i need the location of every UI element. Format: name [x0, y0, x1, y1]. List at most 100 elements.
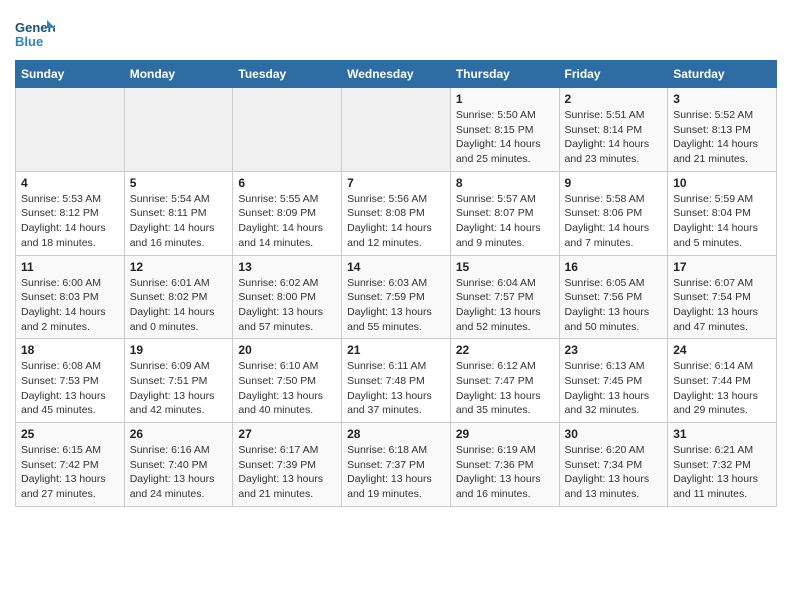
day-info: Sunrise: 6:07 AM Sunset: 7:54 PM Dayligh…: [673, 276, 771, 335]
page-header: General Blue: [15, 10, 777, 52]
day-info: Sunrise: 5:59 AM Sunset: 8:04 PM Dayligh…: [673, 192, 771, 251]
calendar-week-row: 11 Sunrise: 6:00 AM Sunset: 8:03 PM Dayli…: [16, 255, 777, 339]
day-number: 16: [565, 260, 663, 274]
day-number: 7: [347, 176, 445, 190]
day-info: Sunrise: 6:14 AM Sunset: 7:44 PM Dayligh…: [673, 359, 771, 418]
calendar-day-cell: 18 Sunrise: 6:08 AM Sunset: 7:53 PM Dayli…: [16, 339, 125, 423]
day-number: 2: [565, 92, 663, 106]
day-info: Sunrise: 5:58 AM Sunset: 8:06 PM Dayligh…: [565, 192, 663, 251]
calendar-day-cell: 6 Sunrise: 5:55 AM Sunset: 8:09 PM Daylig…: [233, 171, 342, 255]
calendar-day-cell: 21Sunrise: 6:11 AM Sunset: 7:48 PM Dayli…: [342, 339, 451, 423]
day-of-week-header: Saturday: [668, 61, 777, 88]
day-number: 3: [673, 92, 771, 106]
calendar-day-cell: 15Sunrise: 6:04 AM Sunset: 7:57 PM Dayli…: [450, 255, 559, 339]
day-info: Sunrise: 5:55 AM Sunset: 8:09 PM Dayligh…: [238, 192, 336, 251]
day-info: Sunrise: 5:52 AM Sunset: 8:13 PM Dayligh…: [673, 108, 771, 167]
day-info: Sunrise: 6:05 AM Sunset: 7:56 PM Dayligh…: [565, 276, 663, 335]
day-number: 8: [456, 176, 554, 190]
calendar-day-cell: 28 Sunrise: 6:18 AM Sunset: 7:37 PM Dayli…: [342, 423, 451, 507]
calendar-week-row: 1Sunrise: 5:50 AM Sunset: 8:15 PM Daylig…: [16, 88, 777, 172]
day-number: 15: [456, 260, 554, 274]
svg-text:Blue: Blue: [15, 34, 43, 49]
day-number: 30: [565, 427, 663, 441]
day-number: 18: [21, 343, 119, 357]
calendar-day-cell: 11 Sunrise: 6:00 AM Sunset: 8:03 PM Dayli…: [16, 255, 125, 339]
day-info: Sunrise: 5:56 AM Sunset: 8:08 PM Dayligh…: [347, 192, 445, 251]
logo-icon: General Blue: [15, 16, 55, 52]
day-number: 28: [347, 427, 445, 441]
calendar-day-cell: 1Sunrise: 5:50 AM Sunset: 8:15 PM Daylig…: [450, 88, 559, 172]
calendar-day-cell: 13 Sunrise: 6:02 AM Sunset: 8:00 PM Dayli…: [233, 255, 342, 339]
calendar-day-cell: 2 Sunrise: 5:51 AM Sunset: 8:14 PM Daylig…: [559, 88, 668, 172]
calendar-day-cell: 27 Sunrise: 6:17 AM Sunset: 7:39 PM Dayli…: [233, 423, 342, 507]
day-number: 12: [130, 260, 228, 274]
calendar-day-cell: [342, 88, 451, 172]
calendar-day-cell: 9 Sunrise: 5:58 AM Sunset: 8:06 PM Daylig…: [559, 171, 668, 255]
day-number: 5: [130, 176, 228, 190]
day-number: 20: [238, 343, 336, 357]
calendar-day-cell: 29Sunrise: 6:19 AM Sunset: 7:36 PM Dayli…: [450, 423, 559, 507]
day-info: Sunrise: 5:53 AM Sunset: 8:12 PM Dayligh…: [21, 192, 119, 251]
calendar-week-row: 18 Sunrise: 6:08 AM Sunset: 7:53 PM Dayli…: [16, 339, 777, 423]
calendar-day-cell: 23Sunrise: 6:13 AM Sunset: 7:45 PM Dayli…: [559, 339, 668, 423]
calendar-day-cell: 5 Sunrise: 5:54 AM Sunset: 8:11 PM Daylig…: [124, 171, 233, 255]
day-of-week-header: Friday: [559, 61, 668, 88]
day-number: 26: [130, 427, 228, 441]
calendar-day-cell: 12 Sunrise: 6:01 AM Sunset: 8:02 PM Dayli…: [124, 255, 233, 339]
calendar-day-cell: 17Sunrise: 6:07 AM Sunset: 7:54 PM Dayli…: [668, 255, 777, 339]
day-number: 24: [673, 343, 771, 357]
day-of-week-header: Tuesday: [233, 61, 342, 88]
day-number: 6: [238, 176, 336, 190]
day-info: Sunrise: 6:21 AM Sunset: 7:32 PM Dayligh…: [673, 443, 771, 502]
day-of-week-header: Thursday: [450, 61, 559, 88]
day-number: 29: [456, 427, 554, 441]
calendar-day-cell: 30 Sunrise: 6:20 AM Sunset: 7:34 PM Dayli…: [559, 423, 668, 507]
day-of-week-header: Wednesday: [342, 61, 451, 88]
day-info: Sunrise: 6:03 AM Sunset: 7:59 PM Dayligh…: [347, 276, 445, 335]
calendar-day-cell: 22 Sunrise: 6:12 AM Sunset: 7:47 PM Dayli…: [450, 339, 559, 423]
day-number: 13: [238, 260, 336, 274]
day-number: 9: [565, 176, 663, 190]
calendar-day-cell: 16 Sunrise: 6:05 AM Sunset: 7:56 PM Dayli…: [559, 255, 668, 339]
day-number: 14: [347, 260, 445, 274]
day-of-week-header: Monday: [124, 61, 233, 88]
day-number: 22: [456, 343, 554, 357]
calendar-day-cell: 20 Sunrise: 6:10 AM Sunset: 7:50 PM Dayli…: [233, 339, 342, 423]
day-number: 25: [21, 427, 119, 441]
calendar-week-row: 25 Sunrise: 6:15 AM Sunset: 7:42 PM Dayli…: [16, 423, 777, 507]
day-info: Sunrise: 6:08 AM Sunset: 7:53 PM Dayligh…: [21, 359, 119, 418]
calendar-table: SundayMondayTuesdayWednesdayThursdayFrid…: [15, 60, 777, 507]
calendar-day-cell: 14 Sunrise: 6:03 AM Sunset: 7:59 PM Dayli…: [342, 255, 451, 339]
day-number: 27: [238, 427, 336, 441]
day-info: Sunrise: 6:12 AM Sunset: 7:47 PM Dayligh…: [456, 359, 554, 418]
day-info: Sunrise: 6:20 AM Sunset: 7:34 PM Dayligh…: [565, 443, 663, 502]
day-info: Sunrise: 6:01 AM Sunset: 8:02 PM Dayligh…: [130, 276, 228, 335]
calendar-day-cell: 3 Sunrise: 5:52 AM Sunset: 8:13 PM Daylig…: [668, 88, 777, 172]
calendar-day-cell: 31 Sunrise: 6:21 AM Sunset: 7:32 PM Dayli…: [668, 423, 777, 507]
day-number: 11: [21, 260, 119, 274]
day-number: 4: [21, 176, 119, 190]
calendar-day-cell: 25 Sunrise: 6:15 AM Sunset: 7:42 PM Dayli…: [16, 423, 125, 507]
day-info: Sunrise: 6:02 AM Sunset: 8:00 PM Dayligh…: [238, 276, 336, 335]
calendar-day-cell: 4 Sunrise: 5:53 AM Sunset: 8:12 PM Daylig…: [16, 171, 125, 255]
calendar-week-row: 4 Sunrise: 5:53 AM Sunset: 8:12 PM Daylig…: [16, 171, 777, 255]
day-info: Sunrise: 6:15 AM Sunset: 7:42 PM Dayligh…: [21, 443, 119, 502]
day-number: 10: [673, 176, 771, 190]
day-number: 19: [130, 343, 228, 357]
day-number: 31: [673, 427, 771, 441]
day-info: Sunrise: 6:18 AM Sunset: 7:37 PM Dayligh…: [347, 443, 445, 502]
calendar-day-cell: 24 Sunrise: 6:14 AM Sunset: 7:44 PM Dayli…: [668, 339, 777, 423]
day-number: 23: [565, 343, 663, 357]
day-info: Sunrise: 6:09 AM Sunset: 7:51 PM Dayligh…: [130, 359, 228, 418]
day-info: Sunrise: 5:57 AM Sunset: 8:07 PM Dayligh…: [456, 192, 554, 251]
calendar-day-cell: [233, 88, 342, 172]
calendar-day-cell: 7 Sunrise: 5:56 AM Sunset: 8:08 PM Daylig…: [342, 171, 451, 255]
day-info: Sunrise: 6:17 AM Sunset: 7:39 PM Dayligh…: [238, 443, 336, 502]
day-info: Sunrise: 5:54 AM Sunset: 8:11 PM Dayligh…: [130, 192, 228, 251]
calendar-day-cell: 8 Sunrise: 5:57 AM Sunset: 8:07 PM Daylig…: [450, 171, 559, 255]
day-info: Sunrise: 6:00 AM Sunset: 8:03 PM Dayligh…: [21, 276, 119, 335]
day-info: Sunrise: 6:10 AM Sunset: 7:50 PM Dayligh…: [238, 359, 336, 418]
day-number: 21: [347, 343, 445, 357]
calendar-day-cell: 26Sunrise: 6:16 AM Sunset: 7:40 PM Dayli…: [124, 423, 233, 507]
day-info: Sunrise: 5:51 AM Sunset: 8:14 PM Dayligh…: [565, 108, 663, 167]
